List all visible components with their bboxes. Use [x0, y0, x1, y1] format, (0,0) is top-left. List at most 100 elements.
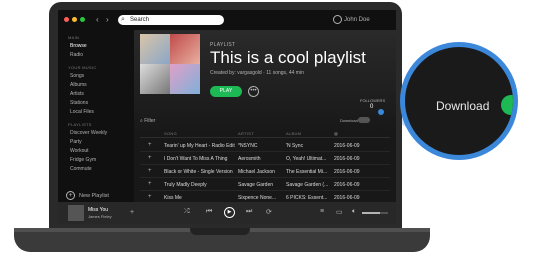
play-pause-button[interactable]: ▶	[224, 207, 235, 218]
album-art-2	[170, 34, 200, 64]
back-arrow-icon[interactable]: ‹	[96, 15, 99, 24]
row-song: Black or White - Single Version	[164, 169, 233, 175]
header-album[interactable]: ALBUM	[286, 131, 301, 136]
add-icon[interactable]: +	[148, 155, 152, 161]
search-placeholder: Search	[130, 17, 150, 23]
row-date: 2016-06-09	[334, 143, 360, 149]
followers-label: FOLLOWERS	[360, 98, 386, 103]
row-artist[interactable]: Michael Jackson	[238, 169, 284, 175]
table-row[interactable]: + Truly Madly Deeply Savage Garden Savag…	[140, 178, 390, 191]
filter-input[interactable]: ⌕ Filter	[140, 118, 155, 124]
sidebar-item-albums[interactable]: Albums	[70, 81, 134, 90]
row-artist[interactable]: Sixpence None...	[238, 195, 284, 201]
download-toggle[interactable]	[501, 95, 513, 115]
album-art-4	[170, 64, 200, 94]
user-name[interactable]: John Doe	[344, 15, 370, 25]
new-playlist-button[interactable]: + New Playlist	[66, 191, 109, 200]
now-playing-cover[interactable]	[68, 205, 84, 221]
sidebar-item-stations[interactable]: Stations	[70, 99, 134, 108]
repeat-icon[interactable]: ⟳	[266, 208, 272, 216]
album-art-3	[140, 64, 170, 94]
search-icon: ⌕	[121, 16, 125, 23]
sidebar-item-fridge-gym[interactable]: Fridge Gym	[70, 156, 134, 165]
playlist-view: PLAYLIST This is a cool playlist Created…	[134, 30, 396, 204]
top-bar: ‹ › ⌕ Search John Doe	[58, 10, 396, 30]
table-row[interactable]: + Tearin' up My Heart - Radio Edit *NSYN…	[140, 139, 390, 152]
sidebar-item-radio[interactable]: Radio	[70, 51, 134, 60]
download-label: Download	[436, 99, 490, 113]
save-track-icon[interactable]: +	[130, 209, 134, 216]
close-dot[interactable]	[64, 17, 69, 22]
track-table-header: SONG ARTIST ALBUM ▦	[140, 130, 390, 138]
user-avatar-icon[interactable]	[333, 15, 342, 24]
volume-slider[interactable]	[362, 212, 388, 214]
download-toggle-small[interactable]	[358, 117, 370, 123]
calendar-icon[interactable]: ▦	[334, 131, 338, 136]
followers-count: 0	[370, 104, 374, 110]
row-date: 2016-06-09	[334, 169, 360, 175]
album-art-1	[140, 34, 170, 64]
playlist-title: This is a cool playlist	[210, 48, 366, 67]
playlist-meta: Created by: vargasgold · 11 songs, 44 mi…	[210, 70, 304, 76]
sidebar-item-local-files[interactable]: Local Files	[70, 108, 134, 117]
forward-arrow-icon[interactable]: ›	[106, 15, 109, 24]
sidebar-heading-main: MAIN	[68, 35, 80, 40]
table-row[interactable]: + Black or White - Single Version Michae…	[140, 165, 390, 178]
plus-icon: +	[66, 191, 75, 200]
volume-icon[interactable]: 🔈︎	[352, 208, 356, 216]
sidebar-item-party[interactable]: Party	[70, 138, 134, 147]
add-icon[interactable]: +	[148, 168, 152, 174]
volume-fill	[362, 212, 381, 214]
sidebar-heading-your-music: YOUR MUSIC	[68, 65, 97, 70]
add-icon[interactable]: +	[148, 194, 152, 200]
row-song: Tearin' up My Heart - Radio Edit	[164, 143, 235, 149]
row-artist[interactable]: *NSYNC	[238, 143, 284, 149]
row-album[interactable]: 6 PICKS: Essent...	[286, 195, 332, 201]
row-album[interactable]: Savage Garden (...	[286, 182, 332, 188]
add-icon[interactable]: +	[148, 181, 152, 187]
now-playing-artist[interactable]: James Fieley	[88, 214, 112, 219]
sidebar-item-browse[interactable]: Browse	[70, 42, 134, 51]
sidebar-item-commute[interactable]: Commute	[70, 165, 134, 174]
table-row[interactable]: + I Don't Want To Miss A Thing Aerosmith…	[140, 152, 390, 165]
row-album[interactable]: O, Yeah! Ultimat...	[286, 156, 332, 162]
shuffle-icon[interactable]: ⤮	[184, 208, 190, 216]
filter-label: Filter	[144, 118, 156, 124]
more-options-button[interactable]: •••	[248, 86, 259, 97]
row-date: 2016-06-09	[334, 182, 360, 188]
search-input[interactable]: ⌕ Search	[118, 15, 224, 25]
row-artist[interactable]: Savage Garden	[238, 182, 284, 188]
laptop-notch	[190, 228, 250, 235]
maximize-dot[interactable]	[80, 17, 85, 22]
playlist-cover	[140, 34, 200, 94]
download-label-small: Download	[340, 118, 358, 123]
sidebar-heading-playlists: PLAYLISTS	[68, 122, 92, 127]
sidebar-item-discover-weekly[interactable]: Discover Weekly	[70, 129, 134, 138]
now-playing-bar: Miss You James Fieley + ⤮ ⏮ ▶ ⏭ ⟳ ≡ ▭ 🔈︎	[58, 202, 396, 224]
play-button[interactable]: PLAY	[210, 86, 242, 97]
row-artist[interactable]: Aerosmith	[238, 156, 284, 162]
sidebar-item-workout[interactable]: Workout	[70, 147, 134, 156]
now-playing-title[interactable]: Miss You	[88, 207, 108, 213]
zoom-pin	[378, 109, 384, 115]
header-artist[interactable]: ARTIST	[238, 131, 254, 136]
new-playlist-label: New Playlist	[79, 193, 109, 199]
row-album[interactable]: 'N Sync	[286, 143, 332, 149]
row-song: I Don't Want To Miss A Thing	[164, 156, 228, 162]
row-date: 2016-06-09	[334, 156, 360, 162]
row-album[interactable]: The Essential Mi...	[286, 169, 332, 175]
previous-icon[interactable]: ⏮	[206, 208, 212, 216]
zoom-lens: Download	[400, 42, 518, 160]
row-song: Truly Madly Deeply	[164, 182, 207, 188]
header-song[interactable]: SONG	[164, 131, 177, 136]
sidebar-item-artists[interactable]: Artists	[70, 90, 134, 99]
next-icon[interactable]: ⏭	[246, 208, 252, 216]
spotify-window: ‹ › ⌕ Search John Doe MAIN Browse Radio …	[58, 10, 396, 224]
devices-icon[interactable]: ▭	[336, 208, 343, 216]
sidebar: MAIN Browse Radio YOUR MUSIC Songs Album…	[58, 30, 134, 202]
add-icon[interactable]: +	[148, 142, 152, 148]
sidebar-item-songs[interactable]: Songs	[70, 72, 134, 81]
queue-icon[interactable]: ≡	[320, 208, 324, 215]
row-date: 2016-06-09	[334, 195, 360, 201]
minimize-dot[interactable]	[72, 17, 77, 22]
